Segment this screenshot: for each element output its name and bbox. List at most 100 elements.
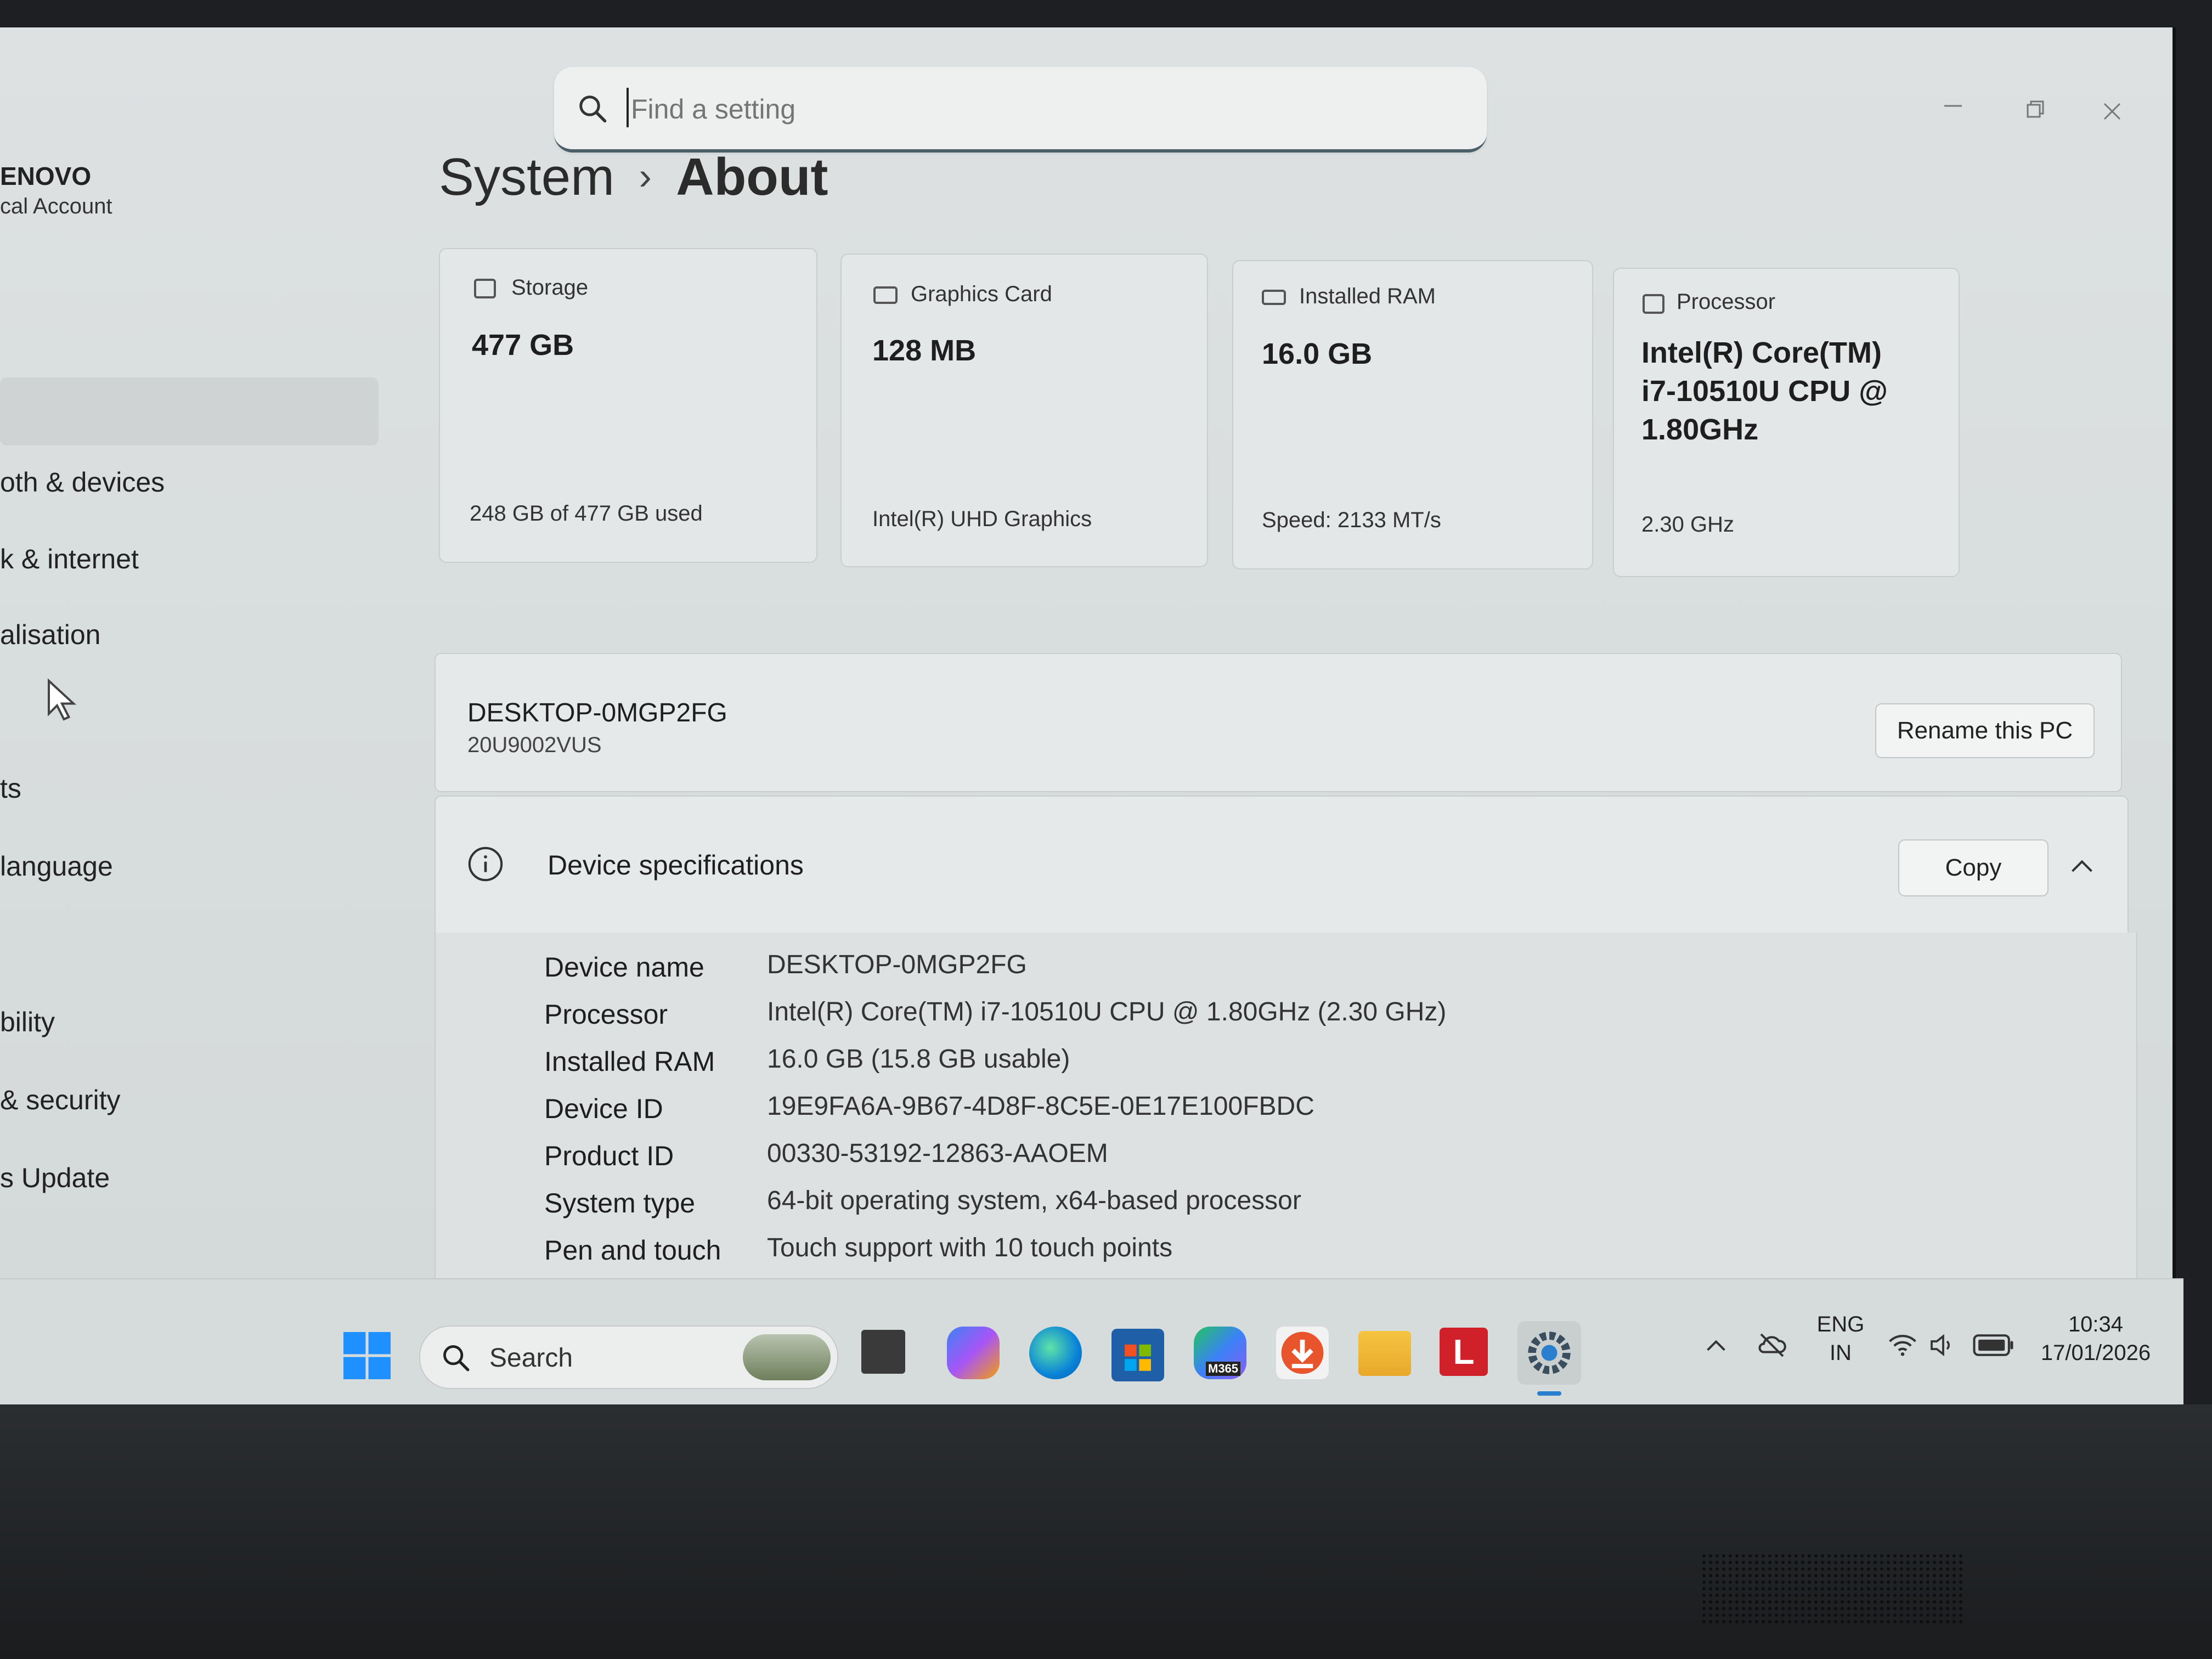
breadcrumb-separator: › [639, 155, 652, 198]
storage-tile[interactable]: Storage 477 GB 248 GB of 477 GB used [439, 248, 817, 563]
sidebar-item-selected[interactable] [0, 377, 379, 445]
account-type: cal Account [0, 194, 112, 218]
breadcrumb-system[interactable]: System [439, 148, 614, 206]
spec-value-pen-touch[interactable]: Touch support with 10 touch points [767, 1224, 2029, 1272]
store-logo-icon [1125, 1344, 1151, 1371]
copy-button[interactable]: Copy [1898, 839, 2049, 896]
account-name: ENOVO [0, 162, 92, 190]
taskbar-search-label: Search [489, 1344, 573, 1373]
m365-badge: M365 [1206, 1362, 1241, 1376]
spec-value-product-id[interactable]: 00330-53192-12863-AAOEM [767, 1130, 2029, 1177]
installed-ram-label: Installed RAM [1299, 284, 1436, 308]
sidebar-item-privacy-security[interactable]: & security [0, 1084, 121, 1116]
spec-value-device-name[interactable]: DESKTOP-0MGP2FG [767, 941, 2029, 989]
device-specifications-title: Device specifications [548, 850, 804, 881]
sidebar-item-time-language[interactable]: language [0, 850, 113, 882]
breadcrumb: System › About [439, 147, 828, 207]
spec-values: DESKTOP-0MGP2FG Intel(R) Core(TM) i7-105… [767, 941, 2029, 1272]
restore-icon [2027, 100, 2044, 118]
download-app-icon[interactable] [1276, 1327, 1329, 1379]
text-caret [627, 88, 629, 127]
processor-label: Processor [1677, 290, 1776, 314]
sidebar-item-network-internet[interactable]: k & internet [0, 543, 139, 575]
speaker-grille [1701, 1553, 1964, 1624]
spec-key-device-name: Device name [544, 952, 704, 983]
chevron-up-icon[interactable] [2068, 855, 2096, 877]
edge-browser-icon[interactable] [1029, 1327, 1082, 1379]
spec-value-system-type[interactable]: 64-bit operating system, x64-based proce… [767, 1177, 2029, 1224]
battery-icon[interactable] [1973, 1332, 2015, 1358]
search-icon [443, 1345, 470, 1372]
spec-key-device-id: Device ID [544, 1093, 663, 1124]
region-code: IN [1830, 1341, 1852, 1365]
sidebar-item-accessibility[interactable]: bility [0, 1006, 55, 1038]
ram-speed: Speed: 2133 MT/s [1262, 508, 1441, 532]
close-icon [2103, 103, 2121, 120]
spec-key-product-id: Product ID [544, 1141, 674, 1171]
l-app-letter: L [1453, 1332, 1475, 1372]
minimize-icon [1944, 105, 1962, 107]
spec-value-device-id[interactable]: 19E9FA6A-9B67-4D8F-8C5E-0E17E100FBDC [767, 1083, 2029, 1130]
taskbar-search[interactable]: Search [419, 1325, 838, 1389]
task-view-icon[interactable] [861, 1330, 905, 1374]
storage-used: 248 GB of 477 GB used [470, 501, 703, 526]
file-explorer-icon[interactable] [1358, 1331, 1411, 1376]
search-input[interactable] [630, 87, 1400, 132]
spec-key-system-type: System type [544, 1188, 696, 1218]
microsoft-365-icon[interactable]: M365 [1194, 1327, 1246, 1379]
processor-boost-speed: 2.30 GHz [1641, 512, 1734, 537]
laptop-bezel [0, 1404, 2212, 1659]
sidebar-item-windows-update[interactable]: s Update [0, 1162, 110, 1194]
close-button[interactable] [2101, 99, 2123, 129]
copilot-icon[interactable] [947, 1327, 1000, 1379]
processor-tile[interactable]: Processor Intel(R) Core(TM) i7-10510U CP… [1613, 268, 1960, 577]
onedrive-off-icon[interactable] [1756, 1329, 1788, 1362]
spec-value-processor[interactable]: Intel(R) Core(TM) i7-10510U CPU @ 1.80GH… [767, 989, 2029, 1036]
mouse-cursor-icon [48, 678, 77, 721]
sidebar-item-bluetooth-devices[interactable]: oth & devices [0, 466, 165, 498]
installed-ram-value: 16.0 GB [1262, 337, 1373, 370]
graphics-card-name: Intel(R) UHD Graphics [872, 507, 1092, 531]
minimize-button[interactable] [1942, 93, 1964, 123]
search-icon [579, 95, 607, 123]
storage-icon [474, 279, 496, 298]
gear-icon [1528, 1331, 1571, 1374]
l-app-icon[interactable]: L [1440, 1328, 1488, 1376]
pc-name-card: DESKTOP-0MGP2FG 20U9002VUS Rename this P… [435, 653, 2122, 792]
restore-button[interactable] [2024, 97, 2046, 127]
graphics-card-tile[interactable]: Graphics Card 128 MB Intel(R) UHD Graphi… [840, 253, 1208, 567]
sidebar-item-personalisation[interactable]: alisation [0, 619, 100, 651]
taskbar: Search M365 L ENG IN 10:34 17/01/2026 [0, 1278, 2183, 1406]
spec-key-installed-ram: Installed RAM [544, 1046, 715, 1077]
graphics-card-value: 128 MB [872, 334, 977, 367]
processor-icon [1643, 294, 1664, 314]
windows-start-icon[interactable] [343, 1332, 391, 1379]
volume-icon[interactable] [1928, 1330, 1959, 1361]
graphics-card-icon [873, 286, 898, 304]
processor-value-line: 1.80GHz [1641, 413, 1759, 446]
installed-ram-tile[interactable]: Installed RAM 16.0 GB Speed: 2133 MT/s [1232, 260, 1593, 569]
rename-pc-button[interactable]: Rename this PC [1875, 703, 2095, 758]
find-setting-box[interactable] [554, 67, 1487, 153]
sidebar-item-accounts[interactable]: ts [0, 772, 21, 804]
settings-app-icon[interactable] [1517, 1321, 1581, 1396]
microsoft-store-icon[interactable] [1111, 1329, 1164, 1381]
wifi-icon[interactable] [1887, 1330, 1918, 1361]
chevron-up-icon[interactable] [1704, 1334, 1728, 1356]
active-app-indicator [1537, 1391, 1561, 1396]
device-specifications-body: Device name Processor Installed RAM Devi… [435, 933, 2137, 1296]
processor-value-line: Intel(R) Core(TM) [1641, 336, 1882, 369]
storage-value: 477 GB [472, 329, 574, 362]
settings-window: ENOVO cal Account oth & devices k & inte… [0, 27, 2176, 1300]
storage-label: Storage [511, 275, 589, 300]
device-specifications-header[interactable]: Device specifications Copy [435, 795, 2129, 935]
input-language[interactable]: ENG IN [1810, 1310, 1871, 1367]
processor-value-line: i7-10510U CPU @ [1641, 375, 1888, 408]
page-title: About [676, 148, 828, 206]
spec-value-installed-ram[interactable]: 16.0 GB (15.8 GB usable) [767, 1036, 2029, 1083]
search-highlight-image [743, 1334, 831, 1380]
screen: ENOVO cal Account oth & devices k & inte… [0, 0, 2212, 1659]
clock[interactable]: 10:34 17/01/2026 [2030, 1310, 2162, 1367]
language-code: ENG [1816, 1312, 1865, 1336]
download-icon [1281, 1331, 1324, 1374]
